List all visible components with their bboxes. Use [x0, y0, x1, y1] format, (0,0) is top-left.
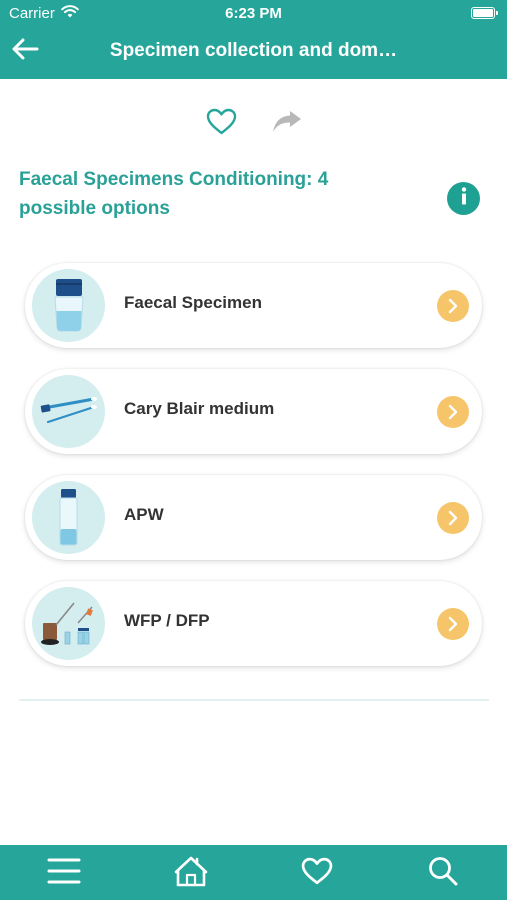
chevron-right-icon: [437, 290, 469, 322]
option-label: APW: [124, 505, 164, 524]
option-label: WFP / DFP: [124, 611, 210, 630]
search-icon: [427, 855, 459, 892]
option-card-faecal-specimen[interactable]: Faecal Specimen: [25, 263, 482, 348]
heart-outline-icon: [206, 108, 237, 140]
chevron-right-icon: [437, 396, 469, 428]
info-button[interactable]: [447, 182, 480, 215]
tab-search[interactable]: [425, 855, 461, 891]
tab-menu[interactable]: [46, 855, 82, 891]
tab-favorites[interactable]: [299, 855, 335, 891]
swab-sticks-image: [32, 375, 105, 448]
battery-icon: [471, 7, 498, 19]
action-bar: [0, 108, 507, 140]
chevron-right-icon: [437, 608, 469, 640]
page-title: Specimen collection and dom…: [109, 40, 398, 61]
home-icon: [174, 855, 208, 892]
menu-icon: [47, 857, 81, 890]
favorite-button[interactable]: [205, 108, 237, 140]
option-card-wfp-dfp[interactable]: WFP / DFP: [25, 581, 482, 666]
tab-home[interactable]: [173, 855, 209, 891]
share-arrow-icon: [272, 110, 302, 139]
share-button[interactable]: [270, 108, 304, 140]
chevron-right-icon: [437, 502, 469, 534]
app-header-area: Carrier 6:23 PM Specimen collection and …: [0, 0, 507, 79]
info-icon: [460, 187, 468, 210]
options-list: Faecal Specimen Cary Blair medium APW WF…: [25, 263, 482, 687]
arrow-left-icon: [11, 38, 39, 65]
status-bar: Carrier 6:23 PM: [0, 0, 507, 26]
back-button[interactable]: [8, 36, 42, 66]
option-label: Cary Blair medium: [124, 399, 275, 418]
battery-nub: [496, 11, 498, 15]
faecal-container-image: [32, 269, 105, 342]
option-card-apw[interactable]: APW: [25, 475, 482, 560]
divider: [19, 699, 489, 701]
nav-header: Specimen collection and dom…: [0, 26, 507, 79]
status-time: 6:23 PM: [225, 5, 282, 22]
option-label: Faecal Specimen: [124, 293, 262, 312]
heart-icon: [301, 857, 333, 890]
filter-paper-kit-image: [32, 587, 105, 660]
vial-image: [32, 481, 105, 554]
battery-fill: [473, 9, 493, 17]
option-card-cary-blair-medium[interactable]: Cary Blair medium: [25, 369, 482, 454]
bottom-tab-bar: [0, 845, 507, 900]
section-title: Faecal Specimens Conditioning: 4 possibl…: [19, 169, 329, 219]
